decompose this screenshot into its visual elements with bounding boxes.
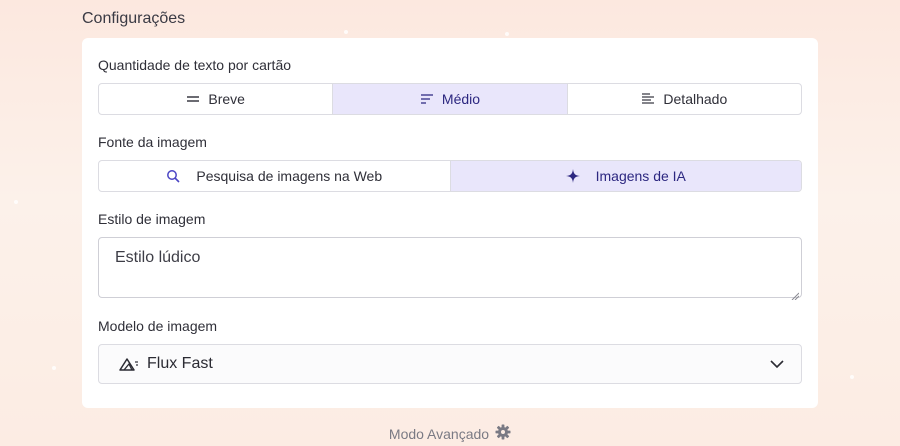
advanced-mode-button[interactable]: Modo Avançado <box>389 424 511 443</box>
image-style-label: Estilo de imagem <box>98 211 206 227</box>
detailed-lines-icon <box>641 92 655 106</box>
background-sparkle <box>850 375 854 379</box>
medium-lines-icon <box>420 92 434 106</box>
advanced-mode-label: Modo Avançado <box>388 425 490 442</box>
text-amount-selector: Breve Médio Detalhado <box>98 83 802 115</box>
text-amount-label: Quantidade de texto por cartão <box>98 57 292 73</box>
image-style-textarea[interactable]: Estilo lúdico <box>98 237 802 301</box>
image-model-select[interactable]: Flux Fast <box>98 344 802 384</box>
image-source-option-label: Imagens de IA <box>595 168 686 184</box>
advanced-mode-row: Modo Avançado <box>0 424 900 443</box>
image-source-option-ai[interactable]: Imagens de IA <box>450 161 801 191</box>
short-lines-icon <box>186 92 200 106</box>
text-amount-option-medio[interactable]: Médio <box>333 84 568 114</box>
image-source-label: Fonte da imagem <box>98 134 207 150</box>
image-source-selector: Pesquisa de imagens na Web Imagens de IA <box>98 160 802 192</box>
mountain-icon <box>119 356 139 372</box>
settings-card: Quantidade de texto por cartão Breve Méd… <box>82 38 818 408</box>
search-icon <box>166 169 180 183</box>
background-sparkle <box>344 30 348 34</box>
text-amount-option-label: Breve <box>208 91 245 107</box>
gear-icon <box>495 424 511 443</box>
resize-handle-icon[interactable] <box>791 287 800 301</box>
text-amount-option-detalhado[interactable]: Detalhado <box>568 84 801 114</box>
background-sparkle <box>52 366 56 370</box>
text-amount-option-label: Detalhado <box>663 91 728 107</box>
background-sparkle <box>14 200 18 204</box>
sparkle-icon <box>565 169 580 183</box>
section-title: Configurações <box>82 10 186 27</box>
image-source-option-label: Pesquisa de imagens na Web <box>196 168 383 184</box>
image-source-option-web[interactable]: Pesquisa de imagens na Web <box>99 161 451 191</box>
image-style-value: Estilo lúdico <box>115 249 201 266</box>
background-sparkle <box>505 32 509 36</box>
image-model-label: Modelo de imagem <box>98 318 218 334</box>
text-amount-option-label: Médio <box>441 91 481 107</box>
text-amount-option-breve[interactable]: Breve <box>99 84 334 114</box>
chevron-down-icon <box>769 357 785 371</box>
image-model-value: Flux Fast <box>147 355 213 372</box>
